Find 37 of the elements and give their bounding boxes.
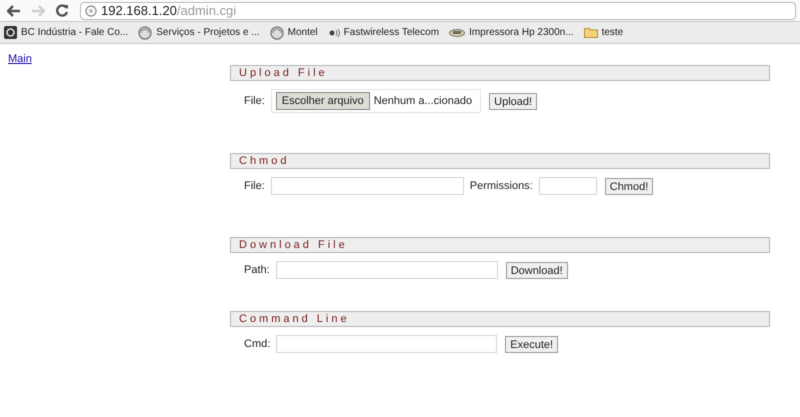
text-field[interactable] bbox=[276, 335, 498, 353]
signal-icon bbox=[328, 28, 340, 38]
folder-icon bbox=[584, 27, 598, 38]
text-field[interactable] bbox=[276, 261, 498, 279]
bookmark[interactable]: Serviços - Projetos e ... bbox=[138, 25, 260, 40]
field-label: Path: bbox=[244, 262, 270, 278]
field-label: File: bbox=[244, 178, 265, 194]
submit-button[interactable]: Execute! bbox=[505, 336, 558, 352]
text-field[interactable] bbox=[270, 177, 464, 195]
section-header: Chmod bbox=[230, 153, 770, 169]
bookmark[interactable]: Montel bbox=[270, 25, 318, 40]
bookmark[interactable]: teste bbox=[584, 25, 624, 40]
field-label: Permissions: bbox=[470, 178, 533, 194]
text-field[interactable] bbox=[538, 177, 597, 195]
globe-icon bbox=[138, 26, 152, 40]
section-header: Upload File bbox=[230, 65, 770, 81]
bookmark[interactable]: Impressora Hp 2300n... bbox=[449, 25, 574, 40]
logo-icon bbox=[4, 26, 17, 39]
section-header: Download File bbox=[230, 237, 770, 253]
reload-icon[interactable] bbox=[56, 4, 68, 17]
submit-button[interactable]: Download! bbox=[506, 262, 568, 278]
field-label: File: bbox=[244, 94, 265, 109]
url-text: 192.168.1.20/admin.cgi bbox=[101, 2, 236, 20]
globe-icon bbox=[270, 26, 284, 40]
main-link[interactable]: Main bbox=[8, 51, 32, 68]
file-status: Nenhum a...cionado bbox=[374, 94, 472, 109]
field-label: Cmd: bbox=[244, 336, 270, 352]
globe-icon bbox=[85, 4, 97, 16]
choose-file-button[interactable]: Escolher arquivo bbox=[276, 92, 370, 110]
file-field[interactable]: Escolher arquivo Nenhum a...cionado bbox=[270, 89, 482, 113]
submit-button[interactable]: Upload! bbox=[489, 92, 538, 110]
address-bar[interactable]: 192.168.1.20/admin.cgi bbox=[80, 2, 796, 20]
back-icon[interactable] bbox=[7, 4, 21, 16]
bookmark[interactable]: BC Indústria - Fale Co... bbox=[4, 25, 128, 40]
submit-button[interactable]: Chmod! bbox=[604, 178, 654, 194]
bookmark[interactable]: Fastwireless Telecom bbox=[328, 25, 440, 40]
section-header: Command Line bbox=[230, 311, 770, 327]
